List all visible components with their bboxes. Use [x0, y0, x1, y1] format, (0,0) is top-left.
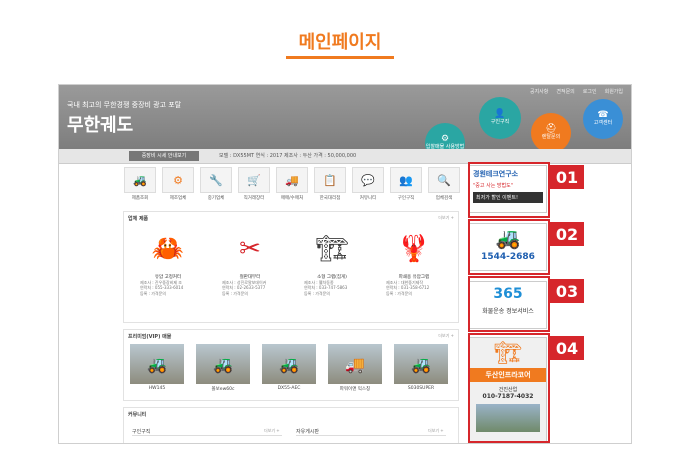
ad-highlight-box — [468, 162, 550, 218]
category-label: 매매/수매처 — [280, 196, 304, 201]
section-title: 프리미엄(VIP) 매물 — [128, 334, 172, 340]
vip-name: 볼보ew60c — [211, 387, 235, 392]
top-link-quote[interactable]: 견적문의 — [556, 88, 574, 95]
excavator-icon: 🚜 — [124, 167, 156, 193]
more-link[interactable]: 더보기 + — [438, 333, 454, 339]
board-icon: 📋 — [314, 167, 346, 193]
vip-image: 🚜 — [196, 344, 250, 384]
category-item[interactable]: 🚚 매매/수매처 — [275, 167, 309, 201]
product-card[interactable]: ✂ 철판대부터 제조사 : 성진로얄보데이커 연락처 : 02-2633-537… — [212, 226, 288, 312]
hero-tagline: 국내 최고의 무한경쟁 중장비 광고 포탈 — [67, 101, 182, 109]
product-meta: 등록 : 가격문의 — [386, 290, 412, 296]
vip-name: DX55-AEC — [277, 386, 301, 391]
product-image: 🏗 — [315, 234, 349, 264]
price-guide-button[interactable]: 중장비 시세 안내보기 — [129, 151, 199, 161]
truck-icon: 🚚 — [276, 167, 308, 193]
site-logo[interactable]: 무한궤도 — [67, 111, 133, 137]
category-label: 구인구직 — [397, 196, 415, 201]
top-link-login[interactable]: 로그인 — [583, 88, 597, 95]
product-card[interactable]: 🦞 파쇄용 유압그랩 제조사 : 대한중기제작 연락처 : 031-358-67… — [376, 226, 452, 312]
product-card[interactable]: 🏗 소형 그랩(집게) 제조사 : 웰차동종 연락처 : 033-747-586… — [294, 226, 370, 312]
page-title: 메인페이지 — [298, 32, 382, 53]
category-label: 직거래장터 — [243, 196, 265, 201]
vip-listings: 프리미엄(VIP) 매물 더보기 + 🚜 HW145 🚜 볼보ew60c 🚜 DX55… — [123, 329, 459, 401]
gear-button-jobs[interactable]: 👤 구인구직 — [479, 97, 521, 139]
ad-highlight-box — [468, 219, 550, 275]
top-link-notice[interactable]: 공지사항 — [530, 88, 548, 95]
vip-image: 🚜 — [130, 344, 184, 384]
ad-highlight-box — [468, 333, 550, 443]
category-item[interactable]: 🔧 중기업체 — [199, 167, 233, 201]
divider — [132, 435, 282, 436]
more-link[interactable]: 더보기 + — [264, 428, 280, 434]
divider — [296, 435, 446, 436]
category-item[interactable]: 👥 구인구직 — [389, 167, 423, 201]
gear-label: 구인구직 — [490, 119, 510, 126]
search-icon: 🔍 — [428, 167, 460, 193]
cart-icon: 🛒 — [238, 167, 270, 193]
vip-item[interactable]: 🚜 S030SUPER — [394, 344, 448, 391]
category-nav: 🚜 제품조회 ⚙ 제조업체 🔧 중기업체 🛒 직거래장터 🚚 매매/수매처 📋 한국대리점 … — [123, 167, 461, 201]
ad-number-badge: 04 — [550, 336, 584, 360]
gear-label: 렌탈문의 — [541, 134, 561, 141]
vip-name: S030SUPER — [407, 386, 435, 391]
community-jobs-label[interactable]: 구인구직 — [132, 428, 150, 435]
product-image: 🦞 — [397, 234, 431, 264]
category-label: 제조업체 — [169, 196, 187, 201]
tools-icon: 🔧 — [200, 167, 232, 193]
people-icon: 👥 — [390, 167, 422, 193]
vip-image: 🚜 — [394, 344, 448, 384]
featured-products: 업체 제품 더보기 + 🦀 유압 고정커터 제조사 : 진우중장비제 조 연락처… — [123, 211, 459, 323]
product-image: 🦀 — [151, 234, 185, 264]
vip-item[interactable]: 🚚 파워이앤 익스칭 — [328, 344, 382, 392]
category-item[interactable]: 📋 한국대리점 — [313, 167, 347, 201]
ad-number-badge: 03 — [550, 279, 584, 303]
category-label: 중기업체 — [207, 196, 225, 201]
title-underline — [286, 56, 394, 59]
gear-label: 고객센터 — [593, 120, 613, 127]
category-item[interactable]: 💬 커뮤니티 — [351, 167, 385, 201]
community-free-board-label[interactable]: 자유게시판 — [296, 428, 319, 435]
vip-image: 🚚 — [328, 344, 382, 384]
vip-name: 파워이앤 익스칭 — [339, 387, 371, 392]
price-spec: 모델 : DX55MT 연식 : 2017 제조사 : 두산 가격 : 50,0… — [219, 153, 357, 159]
vip-item[interactable]: 🚜 HW145 — [130, 344, 184, 391]
vip-image: 🚜 — [262, 344, 316, 384]
gear-button-rental[interactable]: ⛑ 렌탈문의 — [531, 113, 571, 153]
community-section: 커뮤니티 구인구직 더보기 + 자유게시판 더보기 + — [123, 407, 459, 443]
product-meta: 등록 : 가격문의 — [304, 290, 330, 296]
ad-number-badge: 02 — [550, 222, 584, 246]
top-link-join[interactable]: 회원가입 — [605, 88, 623, 95]
category-label: 커뮤니티 — [359, 196, 377, 201]
category-item[interactable]: 🚜 제품조회 — [123, 167, 157, 201]
category-item[interactable]: 🛒 직거래장터 — [237, 167, 271, 201]
vip-item[interactable]: 🚜 DX55-AEC — [262, 344, 316, 391]
community-icon: 💬 — [352, 167, 384, 193]
top-links: 공지사항 견적문의 로그인 회원가입 — [530, 88, 623, 95]
ad-number-badge: 01 — [550, 165, 584, 189]
category-label: 제품조회 — [131, 196, 149, 201]
product-image: ✂ — [239, 234, 261, 264]
vip-item[interactable]: 🚜 볼보ew60c — [196, 344, 250, 392]
section-title: 커뮤니티 — [128, 412, 147, 418]
section-title: 업체 제품 — [128, 216, 149, 222]
vip-name: HW145 — [148, 386, 166, 391]
product-card[interactable]: 🦀 유압 고정커터 제조사 : 진우중장비제 조 연락처 : 055-333-6… — [130, 226, 206, 312]
category-item[interactable]: 🔍 업체검색 — [427, 167, 461, 201]
category-item[interactable]: ⚙ 제조업체 — [161, 167, 195, 201]
product-meta: 등록 : 가격문의 — [140, 290, 166, 296]
category-label: 한국대리점 — [319, 196, 341, 201]
gear-icon: ⚙ — [162, 167, 194, 193]
gear-button-support[interactable]: ☎ 고객센터 — [583, 99, 623, 139]
hero-banner: 국내 최고의 무한경쟁 중장비 광고 포탈 무한궤도 공지사항 견적문의 로그인… — [59, 85, 631, 163]
more-link[interactable]: 더보기 + — [428, 428, 444, 434]
ad-highlight-box — [468, 276, 550, 332]
more-link[interactable]: 더보기 + — [438, 215, 454, 221]
category-label: 업체검색 — [435, 196, 453, 201]
product-meta: 등록 : 가격문의 — [222, 290, 248, 296]
